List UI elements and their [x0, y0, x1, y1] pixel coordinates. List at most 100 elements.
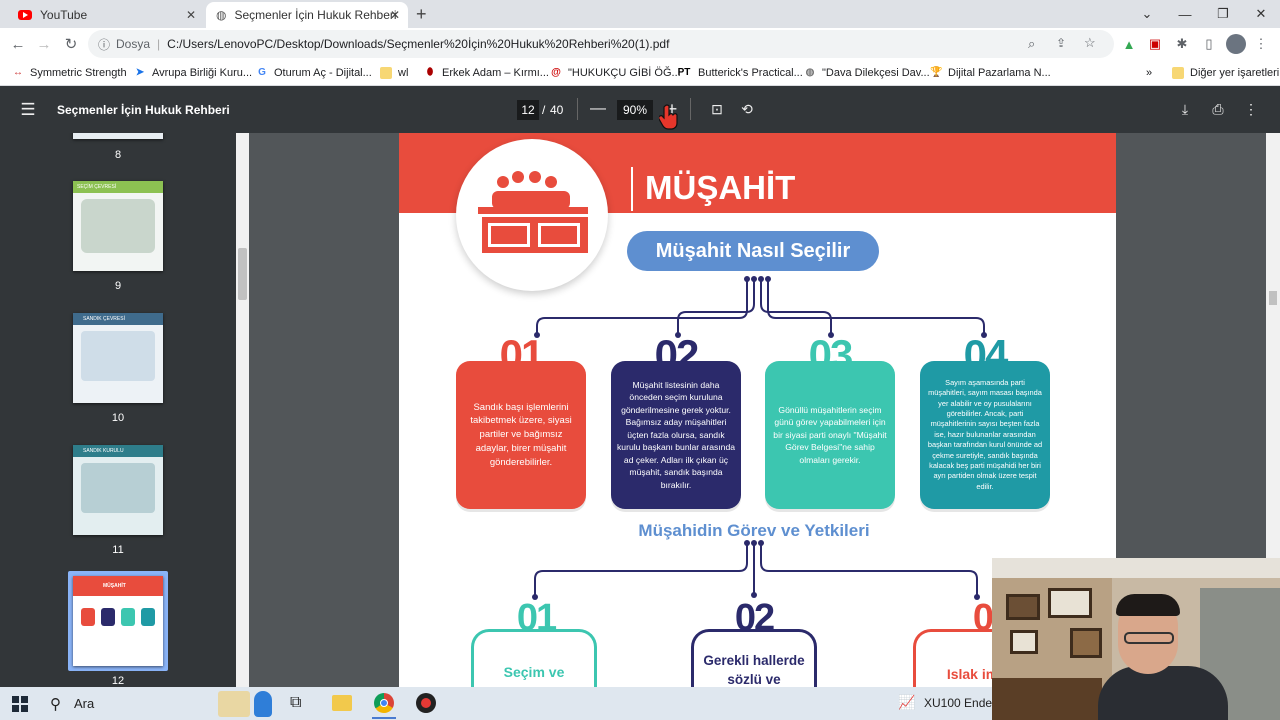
- back-arrow-icon[interactable]: ←: [8, 34, 28, 54]
- thumbnail-label: 10: [111, 412, 125, 424]
- webcam-overlay: [992, 558, 1280, 720]
- card-02: Müşahit listesinin daha önceden seçim ku…: [611, 361, 741, 509]
- task-view-icon[interactable]: ⧉: [290, 694, 301, 712]
- bookmark-item[interactable]: wl: [380, 64, 408, 82]
- hamburger-menu-icon[interactable]: ☰: [18, 100, 38, 120]
- certificate-frame: [1006, 594, 1040, 620]
- thumbnail-page-11[interactable]: SANDIK KURULU: [73, 445, 163, 535]
- share-icon[interactable]: ⇪: [1056, 36, 1066, 50]
- browser-toolbar: ← → ↻ ⓘ Dosya | C:/Users/LenovoPC/Deskto…: [0, 28, 1280, 60]
- certificate-frame: [1070, 628, 1102, 658]
- extension-icon[interactable]: ▣: [1146, 35, 1164, 53]
- stock-chart-icon: 📈: [898, 694, 916, 710]
- rotate-icon[interactable]: ⟲: [737, 99, 757, 119]
- taskbar-search-label[interactable]: Ara: [74, 696, 94, 711]
- thumbnail-page-8[interactable]: [73, 133, 163, 139]
- globe-icon: ◍: [805, 67, 815, 78]
- glasses-icon: [1124, 632, 1174, 644]
- zoom-search-icon[interactable]: ⌕: [1028, 36, 1035, 52]
- chevron-down-icon[interactable]: ⌄: [1128, 0, 1166, 28]
- avatar[interactable]: [1226, 34, 1246, 54]
- print-icon[interactable]: ⎙: [1208, 99, 1228, 119]
- divider: [690, 98, 691, 120]
- zoom-input[interactable]: 90%: [617, 100, 653, 120]
- window-close-button[interactable]: ✕: [1242, 0, 1280, 28]
- tab-strip: YouTube ✕ ◍ Seçmenler İçin Hukuk Rehberi…: [0, 0, 1280, 28]
- close-icon[interactable]: ✕: [186, 8, 196, 22]
- bookmark-item[interactable]: G Oturum Aç - Dijital...: [256, 64, 372, 82]
- tab-youtube[interactable]: YouTube ✕: [8, 2, 204, 28]
- puzzle-icon[interactable]: ✱: [1173, 35, 1191, 53]
- pt-icon: PT: [677, 67, 691, 78]
- download-icon[interactable]: ⤓: [1175, 99, 1195, 119]
- certificate-frame: [1048, 588, 1092, 618]
- sidepanel-icon[interactable]: ▯: [1200, 35, 1218, 53]
- trophy-icon: 🏆: [930, 67, 943, 78]
- sidebar-scrollbar[interactable]: [236, 133, 249, 687]
- forward-arrow-icon[interactable]: →: [34, 34, 54, 54]
- widget-icon[interactable]: [218, 691, 250, 717]
- person-body: [1098, 666, 1228, 720]
- bookmark-item[interactable]: ◍ "Dava Dilekçesi Dav...: [804, 64, 930, 82]
- scroll-thumb[interactable]: [1269, 291, 1277, 305]
- scroll-thumb[interactable]: [238, 248, 247, 300]
- tab-title: Seçmenler İçin Hukuk Rehberi: [234, 8, 397, 22]
- search-icon[interactable]: ⚲: [50, 695, 61, 713]
- hand-cursor-icon: [658, 104, 679, 130]
- zoom-out-button[interactable]: —: [588, 99, 608, 119]
- address-prefix: Dosya: [116, 37, 151, 51]
- tab-title: YouTube: [40, 8, 88, 22]
- bookmark-item[interactable]: ➤ Avrupa Birliği Kuru...: [134, 64, 252, 82]
- bookmark-item[interactable]: @ "HUKUKÇU GİBİ ÖĞ...: [550, 64, 681, 82]
- person-hair: [1116, 594, 1180, 616]
- dumbbell-icon: ↔: [13, 67, 23, 78]
- windows-start-icon[interactable]: [12, 696, 28, 712]
- other-bookmarks[interactable]: Diğer yer işaretleri: [1172, 64, 1279, 82]
- page-total: 40: [550, 103, 564, 117]
- thumbnail-page-10[interactable]: SANDIK ÇEVRESİ: [73, 313, 163, 403]
- minimize-button[interactable]: —: [1166, 0, 1204, 28]
- new-tab-button[interactable]: +: [416, 5, 427, 23]
- tab-pdf[interactable]: ◍ Seçmenler İçin Hukuk Rehberi ✕: [206, 2, 408, 28]
- thumbnail-page-12[interactable]: MÜŞAHİT: [73, 576, 163, 666]
- star-icon[interactable]: ☆: [1084, 35, 1096, 51]
- maximize-button[interactable]: ❐: [1204, 0, 1242, 28]
- pdf-toolbar: ☰ Seçmenler İçin Hukuk Rehberi 12 / 40 —…: [0, 86, 1280, 133]
- cam-shelf: [992, 678, 1102, 720]
- stock-widget[interactable]: XU100 Endek: [924, 696, 998, 710]
- thumbnail-label: 11: [112, 544, 124, 556]
- close-icon[interactable]: ✕: [390, 8, 400, 22]
- google-icon: G: [258, 67, 266, 78]
- chrome-icon[interactable]: [374, 693, 394, 713]
- info-icon: ⓘ: [98, 37, 111, 52]
- file-explorer-icon[interactable]: [332, 695, 352, 711]
- bookmark-item[interactable]: ↔ Symmetric Strength: [12, 64, 127, 82]
- page-number-input[interactable]: 12: [517, 100, 539, 120]
- thumbnail-sidebar: 8 SEÇİM ÇEVRESİ 9 SANDIK ÇEVRESİ 10 SAND…: [0, 133, 236, 687]
- certificate-frame: [1010, 630, 1038, 654]
- active-indicator: [372, 717, 396, 719]
- at-icon: @: [551, 67, 561, 78]
- pill-icon: ⬮: [426, 67, 434, 78]
- globe-icon: ◍: [216, 8, 227, 22]
- card-04: Sayım aşamasında parti müşahitleri, sayı…: [920, 361, 1050, 509]
- app-icon[interactable]: [416, 693, 436, 713]
- drive-icon[interactable]: ▲: [1120, 35, 1138, 53]
- fit-page-icon[interactable]: ⊡: [707, 99, 727, 119]
- address-bar[interactable]: ⓘ Dosya | C:/Users/LenovoPC/Desktop/Down…: [88, 30, 1114, 58]
- duty-card-02: Gerekli hallerde sözlü ve: [691, 629, 817, 687]
- page-separator: /: [542, 103, 546, 117]
- divider: [577, 98, 578, 120]
- thumbnail-label: 12: [111, 675, 125, 687]
- bookmarks-overflow[interactable]: »: [1146, 64, 1152, 82]
- more-options-icon[interactable]: ⋮: [1241, 99, 1261, 119]
- bookmark-item[interactable]: 🏆 Dijital Pazarlama N...: [930, 64, 1051, 82]
- thumbnail-page-9[interactable]: SEÇİM ÇEVRESİ: [73, 181, 163, 271]
- card-01: Sandık başı işlemlerini takibetmek üzere…: [456, 361, 586, 509]
- bookmark-item[interactable]: PT Butterick's Practical...: [676, 64, 803, 82]
- bottle-icon[interactable]: [254, 691, 272, 717]
- youtube-icon: [18, 10, 32, 20]
- bookmark-item[interactable]: ⬮ Erkek Adam – Kırmı...: [424, 64, 549, 82]
- menu-kebab-icon[interactable]: ⋮: [1252, 35, 1270, 53]
- reload-icon[interactable]: ↻: [61, 34, 81, 54]
